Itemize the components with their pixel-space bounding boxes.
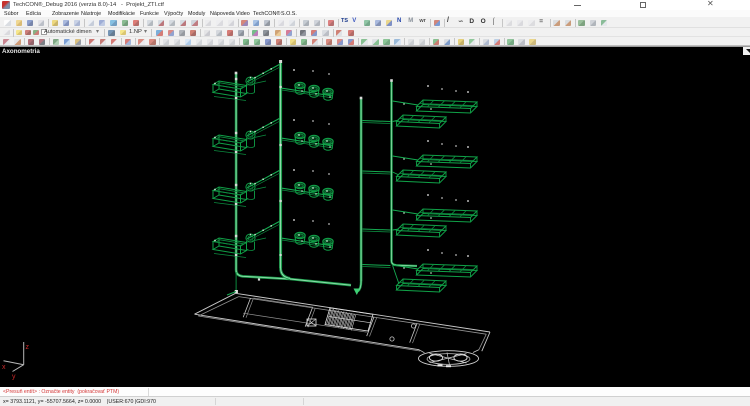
svg-text:z: z	[26, 344, 30, 351]
svg-text:x: x	[2, 364, 6, 371]
svg-text:y: y	[12, 374, 16, 381]
